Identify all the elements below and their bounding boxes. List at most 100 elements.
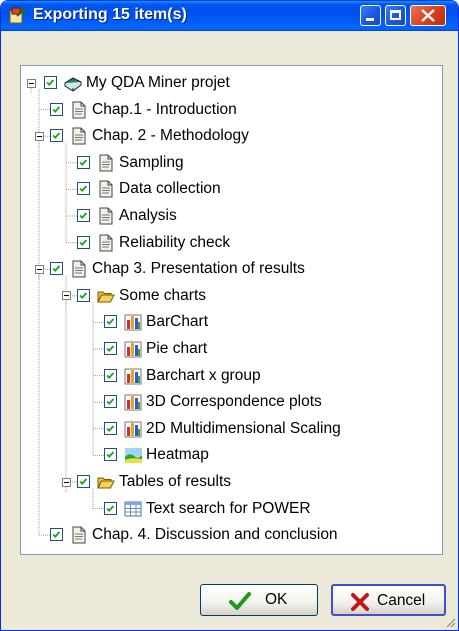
- tree-item-checkbox[interactable]: [77, 209, 90, 222]
- tree-item-label: Chap.1 - Introduction: [92, 100, 237, 118]
- tree-item-label: Chap. 2 - Methodology: [92, 127, 249, 145]
- tree-item-label: Tables of results: [119, 473, 231, 490]
- tree-item-checkbox[interactable]: [77, 235, 90, 249]
- bar-chart-icon: [124, 340, 142, 358]
- document-icon: [70, 101, 88, 119]
- checkmark-icon: [52, 265, 61, 273]
- tree-item-label: Heatmap: [146, 446, 209, 464]
- tree-expander-icon[interactable]: [61, 477, 71, 487]
- table-icon: [124, 500, 142, 518]
- tree-item-checkbox[interactable]: [50, 129, 63, 143]
- cancel-x-icon: [351, 593, 369, 611]
- document-icon: [97, 207, 115, 225]
- minimize-icon: [366, 18, 374, 21]
- tree-item-label: Analysis: [119, 207, 177, 224]
- tree-item-checkbox[interactable]: [104, 315, 117, 329]
- tree-item-label: My QDA Miner projet: [86, 74, 230, 91]
- tree-item-label: 2D Multidimensional Scaling: [146, 419, 341, 437]
- tree-item[interactable]: 3D Correspondence plots: [21, 391, 441, 413]
- checkmark-icon: [79, 238, 88, 246]
- tree-item[interactable]: 2D Multidimensional Scaling: [21, 418, 441, 440]
- bar-chart-icon: [124, 393, 142, 411]
- document-icon: [70, 526, 88, 544]
- tree-item[interactable]: My QDA Miner projet: [21, 72, 441, 94]
- tree-item[interactable]: Chap.1 - Introduction: [21, 99, 441, 121]
- tree-item-checkbox[interactable]: [77, 475, 90, 488]
- checkmark-icon: [106, 398, 115, 406]
- maximize-icon: [390, 10, 401, 20]
- book-icon: [64, 74, 82, 92]
- tree-item-checkbox[interactable]: [104, 395, 117, 409]
- tree-item-checkbox[interactable]: [104, 421, 117, 435]
- close-icon: [421, 9, 435, 22]
- close-button[interactable]: [410, 5, 446, 26]
- tree-item-checkbox[interactable]: [77, 288, 90, 302]
- tree-item-label: Data collection: [119, 180, 221, 198]
- ok-label: OK: [265, 591, 288, 608]
- folder-open-icon: [97, 287, 115, 305]
- tree-expander-icon[interactable]: [34, 264, 44, 274]
- tree-item[interactable]: Chap. 2 - Methodology: [21, 125, 441, 147]
- resize-grip-icon[interactable]: [444, 616, 456, 628]
- checkmark-icon: [106, 425, 115, 432]
- tree-item-checkbox[interactable]: [50, 102, 63, 116]
- checkmark-icon: [106, 371, 115, 379]
- tree-item[interactable]: Chap 3. Presentation of results: [21, 258, 441, 280]
- document-icon: [70, 260, 88, 278]
- tree-item[interactable]: Data collection: [21, 178, 441, 200]
- checkmark-icon: [106, 345, 115, 352]
- window-title: Exporting 15 item(s): [33, 6, 187, 23]
- tree-item[interactable]: Pie chart: [21, 338, 441, 360]
- tree-item-label: Pie chart: [146, 340, 208, 357]
- tree-item-checkbox[interactable]: [50, 528, 63, 542]
- document-icon: [97, 234, 115, 252]
- checkmark-icon: [229, 592, 251, 610]
- checkmark-icon: [52, 531, 61, 539]
- bar-chart-icon: [124, 367, 142, 385]
- tree-item[interactable]: Heatmap: [21, 444, 441, 466]
- tree-item-label: 3D Correspondence plots: [146, 393, 322, 411]
- heatmap-icon: [124, 446, 142, 464]
- tree-item[interactable]: Analysis: [21, 205, 441, 227]
- export-icon: [9, 7, 25, 24]
- tree-item[interactable]: Sampling: [21, 152, 441, 174]
- checkmark-icon: [79, 292, 88, 299]
- tree-item-label: Chap 3. Presentation of results: [92, 260, 305, 278]
- export-tree[interactable]: My QDA Miner projet Chap.1 - Introduction…: [20, 65, 443, 555]
- tree-item[interactable]: Chap. 4. Discussion and conclusion: [21, 524, 441, 546]
- tree-item[interactable]: BarChart: [21, 311, 441, 333]
- tree-item[interactable]: Reliability check: [21, 232, 441, 254]
- tree-item[interactable]: Tables of results: [21, 471, 441, 493]
- checkmark-icon: [106, 318, 115, 326]
- checkmark-icon: [79, 185, 88, 193]
- document-icon: [97, 180, 115, 198]
- tree-item[interactable]: Some charts: [21, 285, 441, 307]
- tree-expander-icon[interactable]: [26, 78, 36, 88]
- tree-item-checkbox[interactable]: [104, 501, 117, 515]
- tree-item-checkbox[interactable]: [44, 76, 57, 89]
- tree-item[interactable]: Text search for POWER: [21, 498, 441, 520]
- minimize-button[interactable]: [360, 5, 381, 26]
- checkmark-icon: [106, 451, 115, 459]
- tree-item-label: Reliability check: [119, 233, 231, 251]
- tree-item-checkbox[interactable]: [50, 262, 63, 276]
- tree-expander-icon[interactable]: [61, 291, 71, 301]
- tree-item-label: Barchart x group: [146, 366, 261, 384]
- bar-chart-icon: [124, 420, 142, 438]
- tree-item[interactable]: Barchart x group: [21, 365, 441, 387]
- checkmark-icon: [52, 132, 61, 140]
- tree-item-checkbox[interactable]: [104, 342, 117, 355]
- tree-item-checkbox[interactable]: [77, 155, 90, 169]
- export-dialog: Exporting 15 item(s) My QDA Miner projet…: [0, 0, 459, 631]
- bar-chart-icon: [124, 313, 142, 331]
- cancel-button[interactable]: Cancel: [331, 584, 446, 616]
- checkmark-icon: [79, 212, 88, 219]
- title-bar[interactable]: Exporting 15 item(s): [1, 1, 458, 31]
- tree-item-label: Text search for POWER: [146, 499, 311, 517]
- tree-item-checkbox[interactable]: [104, 368, 117, 382]
- tree-item-checkbox[interactable]: [77, 182, 90, 196]
- tree-expander-icon[interactable]: [34, 131, 44, 141]
- ok-button[interactable]: OK: [200, 584, 318, 616]
- tree-item-checkbox[interactable]: [104, 448, 117, 462]
- maximize-button[interactable]: [385, 5, 406, 26]
